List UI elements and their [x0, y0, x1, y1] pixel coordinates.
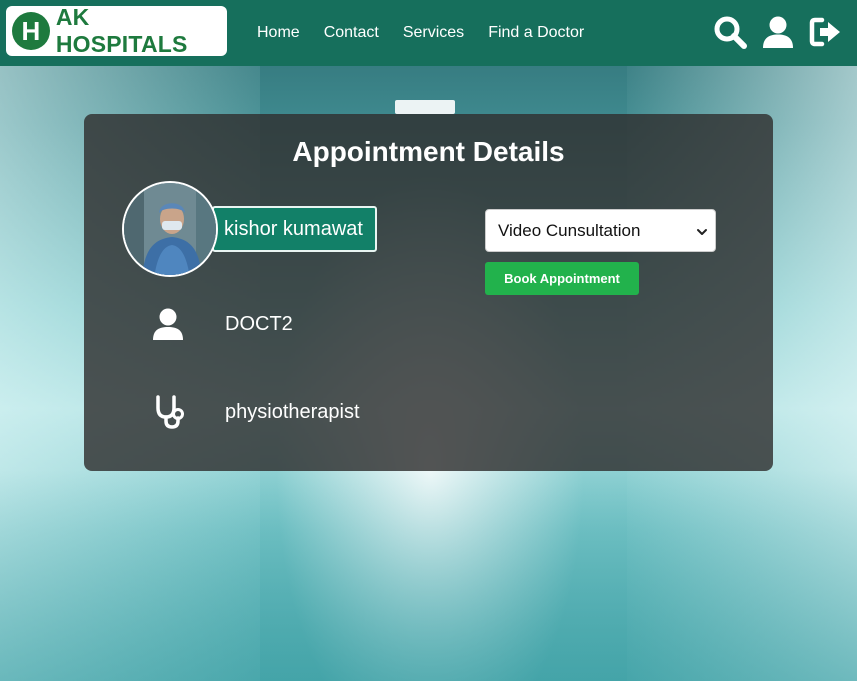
logo-badge: H	[12, 12, 50, 50]
nav-icon-group	[713, 14, 843, 50]
logout-icon[interactable]	[809, 14, 843, 50]
doctor-specialty: physiotherapist	[225, 400, 360, 423]
doctor-id-row: DOCT2	[148, 304, 293, 344]
consultation-type-value: Video Cunsultation	[498, 220, 641, 240]
appointment-card: Appointment Details kishor kumawat DOCT2	[84, 114, 773, 471]
user-icon[interactable]	[761, 14, 795, 50]
stethoscope-icon	[148, 392, 188, 432]
chevron-down-icon	[695, 224, 709, 244]
search-icon[interactable]	[713, 14, 747, 50]
book-appointment-button[interactable]: Book Appointment	[485, 262, 639, 295]
brand-logo[interactable]: H AK HOSPITALS	[6, 4, 227, 57]
consultation-type-select[interactable]: Video Cunsultation	[485, 209, 716, 252]
doctor-id: DOCT2	[225, 312, 293, 335]
page-title: Appointment Details	[292, 136, 565, 167]
brand-name: AK HOSPITALS	[55, 4, 188, 57]
nav-link-services[interactable]: Services	[403, 24, 464, 42]
navbar: H AK HOSPITALS Home Contact Services Fin…	[0, 0, 857, 66]
background-ceiling-light	[395, 100, 455, 114]
doctor-name: kishor kumawat	[212, 206, 377, 252]
doctor-avatar	[122, 181, 218, 277]
specialty-row: physiotherapist	[148, 392, 360, 432]
nav-link-contact[interactable]: Contact	[324, 24, 379, 42]
nav-link-find-doctor[interactable]: Find a Doctor	[488, 24, 584, 42]
nav-link-home[interactable]: Home	[257, 24, 300, 42]
user-icon	[148, 304, 188, 344]
nav-links: Home Contact Services Find a Doctor	[257, 0, 584, 66]
background-floor	[0, 470, 857, 681]
